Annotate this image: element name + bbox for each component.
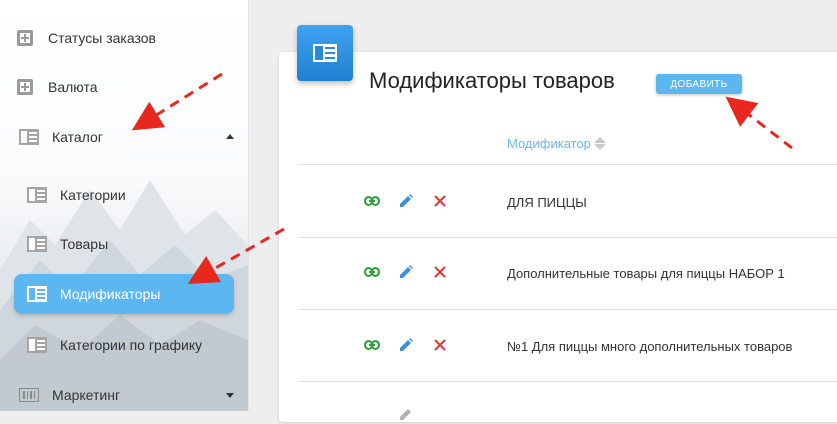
sidebar-item-modifiers[interactable]: Модификаторы — [14, 274, 234, 314]
sidebar-item-label: Маркетинг — [52, 387, 121, 403]
sidebar-item-order-statuses[interactable]: Статусы заказов — [14, 18, 234, 58]
delete-icon[interactable] — [430, 262, 450, 282]
sidebar-item-currency[interactable]: Валюта — [14, 67, 234, 107]
list-panel-icon — [26, 235, 48, 253]
list-panel-icon — [26, 186, 48, 204]
link-icon[interactable] — [362, 335, 382, 355]
sidebar-item-categories[interactable]: Категории — [14, 175, 234, 215]
list-panel-icon — [26, 336, 48, 354]
delete-icon[interactable] — [430, 191, 450, 211]
sidebar-item-label: Модификаторы — [60, 286, 161, 302]
row-divider — [298, 237, 837, 238]
row-divider — [298, 164, 837, 165]
modifiers-header-icon — [297, 25, 353, 81]
table-row-name[interactable]: №1 Для пиццы много дополнительных товаро… — [507, 339, 792, 354]
chevron-up-icon — [226, 134, 234, 139]
list-panel-icon — [26, 285, 48, 303]
table-row-actions — [362, 191, 464, 211]
list-panel-icon — [18, 128, 40, 146]
sidebar-item-catalog[interactable]: Каталог — [18, 117, 236, 157]
sidebar-item-label: Категории по графику — [60, 337, 203, 353]
sidebar-item-label: Товары — [60, 236, 109, 252]
column-header-label: Модификатор — [507, 136, 591, 151]
sidebar-item-label: Каталог — [52, 129, 103, 145]
plus-square-icon — [14, 29, 36, 47]
page-title: Модификаторы товаров — [369, 68, 615, 93]
sidebar-item-label: Валюта — [48, 79, 98, 95]
sidebar-item-marketing[interactable]: Маркетинг — [18, 375, 236, 411]
edit-icon[interactable] — [396, 262, 416, 282]
edit-icon[interactable] — [396, 335, 416, 355]
table-row-actions — [362, 262, 464, 282]
row-divider — [298, 309, 837, 310]
chevron-down-icon — [226, 393, 234, 398]
column-header-modifier[interactable]: Модификатор — [507, 136, 606, 151]
table-row-actions — [362, 335, 464, 355]
link-icon[interactable] — [362, 262, 382, 282]
row-divider — [298, 381, 837, 382]
table-row-name[interactable]: ДЛЯ ПИЦЦЫ — [507, 195, 587, 210]
sidebar-item-label: Категории — [60, 187, 126, 203]
barcode-icon — [18, 386, 40, 404]
sort-icon — [593, 137, 606, 150]
add-button[interactable]: ДОБАВИТЬ — [656, 74, 742, 94]
sidebar-item-products[interactable]: Товары — [14, 224, 234, 264]
link-icon[interactable] — [362, 191, 382, 211]
delete-icon[interactable] — [430, 335, 450, 355]
edit-icon[interactable] — [396, 191, 416, 211]
edit-icon[interactable] — [396, 404, 416, 424]
table-row-actions — [362, 404, 430, 424]
sidebar-item-scheduled-categories[interactable]: Категории по графику — [14, 325, 234, 365]
table-row-name[interactable]: Дополнительные товары для пиццы НАБОР 1 — [507, 266, 785, 281]
sidebar-item-label: Статусы заказов — [48, 30, 156, 46]
plus-square-icon — [14, 78, 36, 96]
sidebar: Статусы заказов Валюта Каталог Категории… — [0, 0, 249, 411]
